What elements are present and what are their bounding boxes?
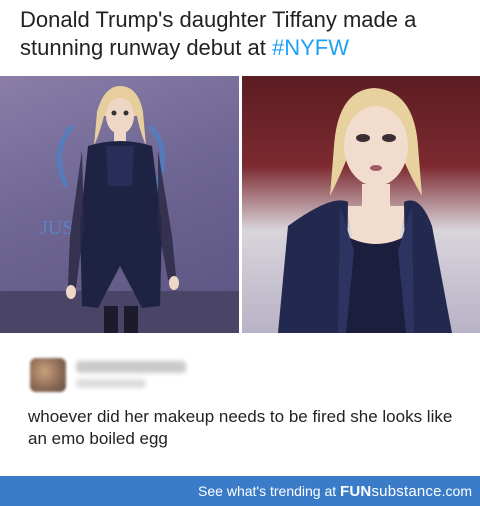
runway-photo-closeup-image — [278, 88, 452, 333]
footer-banner[interactable]: See what's trending at FUNsubstance.com — [0, 476, 480, 506]
brand-name-rest: substance — [371, 483, 442, 500]
runway-photo-full-image: JUS — [0, 86, 239, 333]
brand-name-bold: FUN — [340, 483, 372, 500]
footer-cta-text: See what's trending at — [198, 483, 341, 499]
hashtag-link[interactable]: #NYFW — [272, 35, 349, 60]
footer-cta[interactable]: See what's trending at FUNsubstance.com — [198, 482, 472, 501]
post-headline: Donald Trump's daughter Tiffany made a s… — [20, 6, 470, 62]
headline-text: Donald Trump's daughter Tiffany made a s… — [20, 7, 417, 60]
brand-tld: .com — [441, 483, 472, 499]
redacted-username — [76, 361, 186, 373]
runway-photo-closeup[interactable] — [242, 76, 480, 333]
redacted-handle — [76, 379, 146, 388]
comment-card: whoever did her makeup needs to be fired… — [0, 333, 480, 476]
avatar[interactable] — [30, 358, 66, 392]
post-header: Donald Trump's daughter Tiffany made a s… — [0, 0, 480, 76]
runway-photo-full[interactable]: JUS — [0, 76, 239, 333]
comment-text: whoever did her makeup needs to be fired… — [28, 407, 453, 448]
backdrop-text: JUS — [40, 217, 73, 239]
